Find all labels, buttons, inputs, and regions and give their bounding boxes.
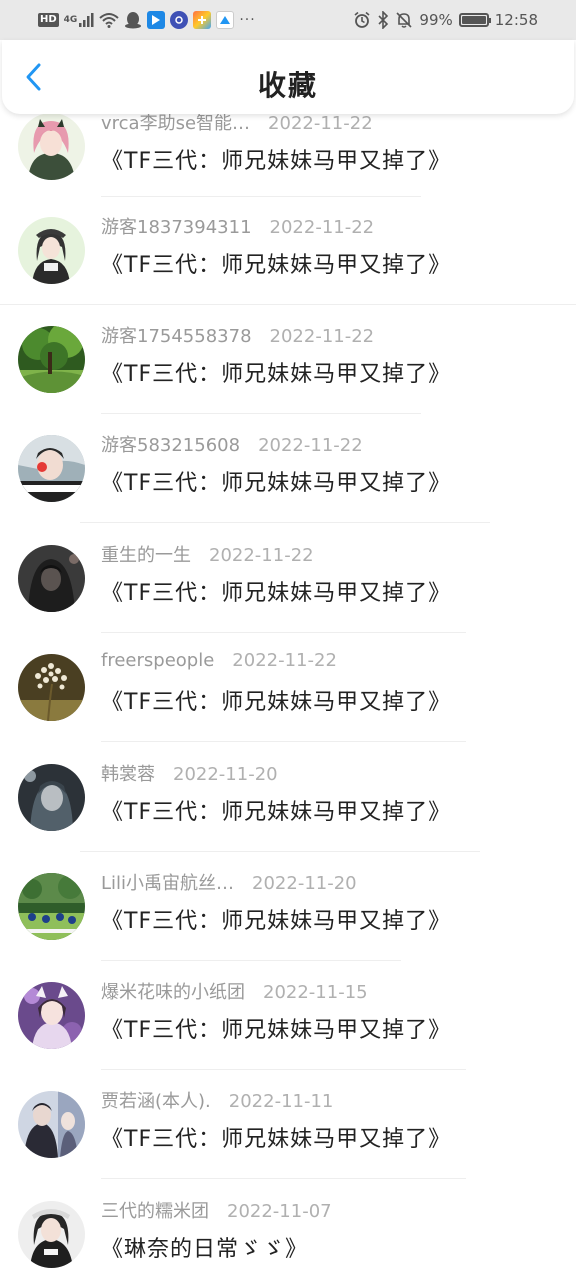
battery-percent: 99% [419, 11, 453, 29]
date: 2022-11-11 [228, 1091, 334, 1112]
alarm-icon [353, 11, 371, 29]
username: 贾若涵(本人). [101, 1091, 211, 1112]
username: 爆米花味的小纸团 [101, 982, 245, 1003]
favorite-item[interactable]: 游客1837394311 2022-11-22 《TF三代：师兄妹妹马甲又掉了》 [0, 196, 576, 305]
date: 2022-11-07 [227, 1201, 332, 1222]
book-title[interactable]: 《TF三代：师兄妹妹马甲又掉了》 [101, 247, 451, 279]
avatar [18, 873, 85, 940]
item-meta: vrca李助se智能… 2022-11-22 [101, 114, 373, 135]
avatar [18, 982, 85, 1049]
item-meta: 爆米花味的小纸团 2022-11-15 [101, 978, 368, 1004]
wifi-icon [99, 12, 119, 28]
item-meta: freerspeople 2022-11-22 [101, 650, 337, 671]
date: 2022-11-22 [232, 650, 337, 671]
mute-bell-icon [395, 11, 413, 29]
favorite-item[interactable]: 爆米花味的小纸团 2022-11-15 《TF三代：师兄妹妹马甲又掉了》 [0, 961, 576, 1070]
book-title[interactable]: 《TF三代：师兄妹妹马甲又掉了》 [101, 575, 451, 607]
avatar [18, 114, 85, 180]
page-title: 收藏 [257, 69, 318, 102]
item-meta: 游客1754558378 2022-11-22 [101, 322, 374, 348]
book-title[interactable]: 《TF三代：师兄妹妹马甲又掉了》 [101, 465, 451, 497]
date: 2022-11-15 [263, 982, 368, 1003]
username: freerspeople [101, 650, 215, 671]
favorites-list[interactable]: vrca李助se智能… 2022-11-22 《TF三代：师兄妹妹马甲又掉了》 游… [0, 114, 576, 1280]
battery-fill [461, 16, 486, 24]
date: 2022-11-20 [252, 873, 357, 894]
clock-time: 12:58 [494, 11, 538, 29]
shield-app-icon [147, 11, 166, 29]
more-notifications: ··· [239, 12, 256, 28]
music-app-icon [170, 11, 189, 29]
book-title[interactable]: 《TF三代：师兄妹妹马甲又掉了》 [101, 684, 451, 716]
date: 2022-11-22 [269, 326, 375, 347]
avatar [18, 435, 85, 502]
favorite-item[interactable]: 重生的一生 2022-11-22 《TF三代：师兄妹妹马甲又掉了》 [0, 524, 576, 633]
signal-icon: 4G [64, 12, 95, 28]
status-bar-left: HD 4G ··· [38, 10, 256, 30]
item-meta: 三代的糯米团 2022-11-07 [101, 1197, 332, 1223]
favorite-item[interactable]: 三代的糯米团 2022-11-07 《琳奈的日常ゞゞ》 [0, 1180, 576, 1280]
avatar [18, 764, 85, 831]
network-type: 4G [63, 15, 78, 25]
date: 2022-11-20 [173, 764, 278, 785]
mail-app-icon [216, 11, 235, 29]
username: 游客1754558378 [101, 326, 252, 347]
username: vrca李助se智能… [101, 114, 251, 134]
favorite-item[interactable]: 游客1754558378 2022-11-22 《TF三代：师兄妹妹马甲又掉了》 [0, 305, 576, 414]
favorite-item[interactable]: 贾若涵(本人). 2022-11-11 《TF三代：师兄妹妹马甲又掉了》 [0, 1070, 576, 1179]
item-meta: 游客583215608 2022-11-22 [101, 431, 363, 457]
date: 2022-11-22 [269, 217, 375, 238]
username: 重生的一生 [101, 545, 191, 566]
book-title[interactable]: 《TF三代：师兄妹妹马甲又掉了》 [101, 143, 451, 175]
avatar [18, 217, 85, 284]
username: 游客583215608 [101, 435, 241, 456]
colorful-app-icon [193, 11, 212, 29]
username: 游客1837394311 [101, 217, 252, 238]
favorite-item[interactable]: 游客583215608 2022-11-22 《TF三代：师兄妹妹马甲又掉了》 [0, 414, 576, 523]
avatar [18, 1201, 85, 1268]
book-title[interactable]: 《TF三代：师兄妹妹马甲又掉了》 [101, 903, 451, 935]
book-title[interactable]: 《TF三代：师兄妹妹马甲又掉了》 [101, 794, 451, 826]
divider [101, 741, 466, 742]
item-meta: 重生的一生 2022-11-22 [101, 541, 314, 567]
username: 三代的糯米团 [101, 1201, 209, 1222]
item-meta: 游客1837394311 2022-11-22 [101, 213, 374, 239]
date: 2022-11-22 [268, 114, 373, 134]
nav-header: 收藏 [2, 40, 574, 114]
username: Lili小禹宙航丝… [101, 873, 235, 894]
status-bar: HD 4G ··· 99% 12:58 [0, 0, 576, 40]
avatar [18, 326, 85, 393]
book-title[interactable]: 《TF三代：师兄妹妹马甲又掉了》 [101, 1121, 451, 1153]
battery-icon [458, 13, 491, 27]
favorite-item[interactable]: freerspeople 2022-11-22 《TF三代：师兄妹妹马甲又掉了》 [0, 633, 576, 742]
item-meta: Lili小禹宙航丝… 2022-11-20 [101, 869, 357, 895]
status-bar-right: 99% 12:58 [353, 10, 538, 30]
book-title[interactable]: 《琳奈的日常ゞゞ》 [101, 1231, 308, 1263]
username: 韩裳蓉 [101, 764, 155, 785]
avatar [18, 654, 85, 721]
item-meta: 贾若涵(本人). 2022-11-11 [101, 1087, 333, 1113]
book-title[interactable]: 《TF三代：师兄妹妹马甲又掉了》 [101, 356, 451, 388]
qq-penguin-icon [124, 11, 142, 29]
date: 2022-11-22 [258, 435, 363, 456]
favorite-item[interactable]: 韩裳蓉 2022-11-20 《TF三代：师兄妹妹马甲又掉了》 [0, 743, 576, 852]
bluetooth-icon [377, 11, 389, 29]
hd-badge: HD [38, 13, 59, 27]
favorite-item[interactable]: vrca李助se智能… 2022-11-22 《TF三代：师兄妹妹马甲又掉了》 [0, 114, 576, 201]
date: 2022-11-22 [209, 545, 314, 566]
favorite-item[interactable]: Lili小禹宙航丝… 2022-11-20 《TF三代：师兄妹妹马甲又掉了》 [0, 852, 576, 961]
item-meta: 韩裳蓉 2022-11-20 [101, 760, 278, 786]
divider [80, 522, 490, 523]
book-title[interactable]: 《TF三代：师兄妹妹马甲又掉了》 [101, 1012, 451, 1044]
avatar [18, 1091, 85, 1158]
avatar [18, 545, 85, 612]
divider [101, 1178, 466, 1179]
